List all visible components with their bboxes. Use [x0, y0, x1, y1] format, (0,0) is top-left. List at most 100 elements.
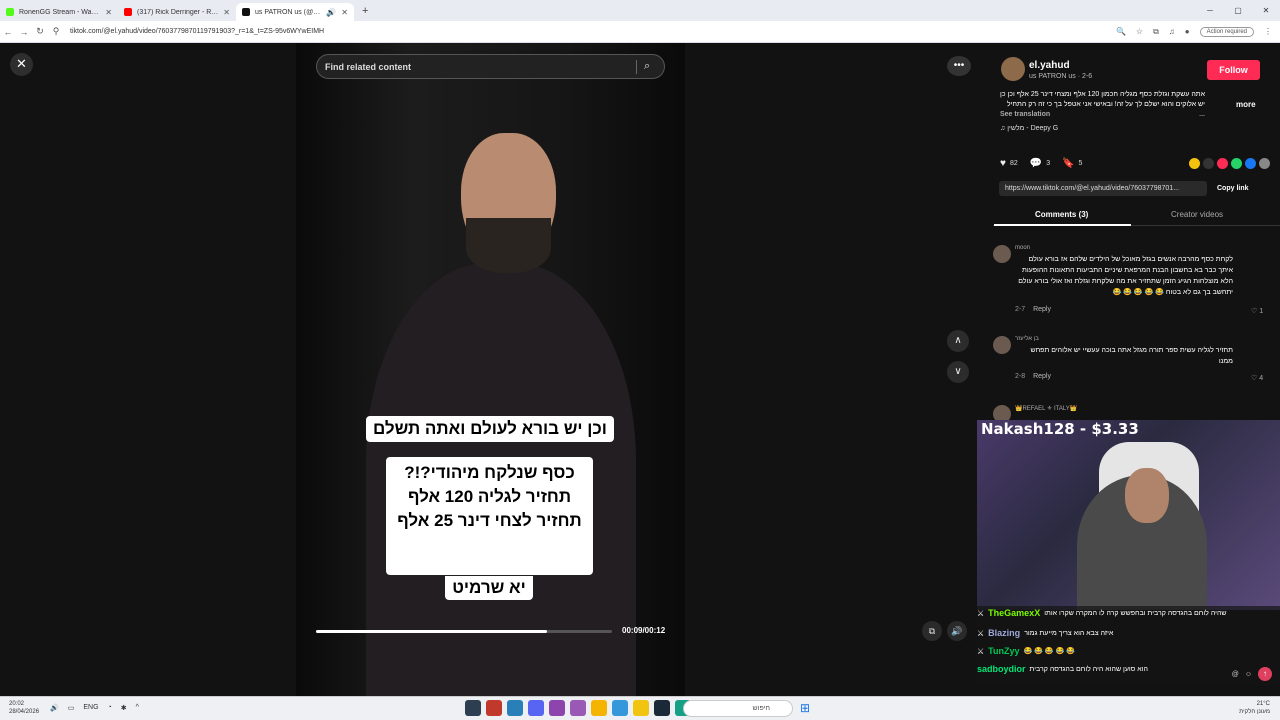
comment-like-count: 1: [1259, 308, 1264, 315]
app-icon[interactable]: [612, 700, 628, 716]
commenter-avatar[interactable]: [993, 336, 1011, 354]
commenter-avatar[interactable]: [993, 245, 1011, 263]
reload-icon[interactable]: ↻: [32, 26, 48, 37]
extensions-icon[interactable]: ⧉: [1153, 27, 1159, 37]
url-field[interactable]: tiktok.com/@el.yahud/video/7603779870119…: [70, 28, 1116, 35]
comment-item: בן אליעזר תחזיר לגליה עשית ספר תורה מגזל…: [993, 336, 1280, 386]
terminal-app-icon[interactable]: [465, 700, 481, 716]
menu-dots-icon[interactable]: ⋮: [1264, 27, 1272, 36]
speaker-icon[interactable]: 🔊: [326, 8, 336, 17]
tab-close-icon[interactable]: ✕: [105, 8, 112, 17]
whatsapp-icon[interactable]: [1231, 157, 1242, 169]
commenter-name[interactable]: בן אליעזר: [1015, 336, 1039, 342]
reply-button[interactable]: Reply: [1033, 306, 1051, 313]
author-avatar[interactable]: [1001, 57, 1025, 81]
video-caption-block: כסף שנלקח מיהודי?!? תחזיר לגליה 120 אלף …: [386, 457, 593, 575]
back-icon[interactable]: ←: [0, 27, 16, 37]
streamer-webcam-overlay: Nakash128 - $3.33: [977, 420, 1280, 610]
pip-button[interactable]: ⧉: [922, 621, 942, 641]
music-track[interactable]: ♫ מלשין - Deepy G: [1000, 125, 1058, 132]
clock[interactable]: 20:02 28/04/2026: [9, 700, 39, 716]
comment-item: moon לקחת כסף מהרבה אנשים בגזל מאוכל של …: [993, 245, 1280, 315]
tab-creator-videos[interactable]: Creator videos: [1171, 210, 1223, 219]
next-video-button[interactable]: ∨: [947, 361, 969, 383]
media-control-icon[interactable]: ♫: [1169, 27, 1175, 36]
browser-tab-youtube[interactable]: (317) Rick Derringer - Real Ame ✕: [118, 3, 236, 21]
related-search-bar[interactable]: Find related content ⌕: [316, 54, 665, 79]
embed-icon[interactable]: [1203, 157, 1214, 169]
youtube-favicon-icon: [124, 8, 132, 16]
app-icon[interactable]: [570, 700, 586, 716]
caption-line: כסף שנלקח מיהודי?!?: [404, 463, 575, 482]
video-time: 00:09/00:12: [622, 626, 666, 635]
reply-button[interactable]: Reply: [1033, 373, 1051, 380]
send-icon[interactable]: [1217, 157, 1228, 169]
forward-icon[interactable]: →: [16, 27, 32, 37]
more-options-button[interactable]: •••: [947, 56, 971, 76]
app-icon[interactable]: [486, 700, 502, 716]
site-info-icon[interactable]: ⚲: [48, 26, 64, 37]
action-required-button[interactable]: Action required: [1199, 26, 1254, 37]
new-tab-button[interactable]: +: [362, 5, 368, 17]
emoji-icon[interactable]: ☺: [1245, 671, 1252, 678]
video-progress-bar[interactable]: [316, 630, 612, 633]
chrome-app-icon[interactable]: [591, 700, 607, 716]
browser-tab-kick[interactable]: RonenGG Stream - Watch Live ✕: [0, 3, 118, 21]
comment-action[interactable]: 💬 3: [1030, 158, 1050, 169]
zoom-icon[interactable]: 🔍: [1116, 27, 1126, 36]
subject-beard: [466, 218, 551, 273]
browser-tab-tiktok[interactable]: us PATRON us (@el.yahud) 🔊 ✕: [236, 3, 354, 21]
chat-text: איזה צבא הוא צריך מייעת גמור: [1024, 629, 1114, 637]
author-name[interactable]: el.yahud: [1029, 60, 1070, 71]
comment-date: 2-7: [1015, 306, 1026, 313]
search-input[interactable]: Find related content: [325, 62, 636, 72]
facebook-icon[interactable]: [1245, 157, 1256, 169]
steam-app-icon[interactable]: [654, 700, 670, 716]
volume-tray-icon[interactable]: 🔊: [50, 704, 59, 712]
bookmark-star-icon[interactable]: ☆: [1136, 27, 1143, 36]
language-indicator[interactable]: ENG: [83, 704, 98, 712]
follow-button[interactable]: Follow: [1207, 60, 1260, 80]
mention-icon[interactable]: @: [1232, 671, 1239, 678]
previous-video-button[interactable]: ∧: [947, 330, 969, 352]
post-comment-button[interactable]: ↑: [1258, 667, 1272, 681]
search-icon[interactable]: ⌕: [644, 60, 664, 73]
comment-icon: 💬: [1029, 157, 1043, 169]
comment-count: 3: [1046, 159, 1051, 167]
share-arrow-icon[interactable]: [1259, 157, 1270, 169]
more-button[interactable]: more: [1236, 100, 1256, 109]
commenter-name[interactable]: 👑REFAEL ⚜ ITALY👑: [1015, 405, 1077, 412]
profile-avatar-icon[interactable]: ●: [1185, 27, 1190, 36]
like-action[interactable]: ♥ 82: [1000, 158, 1018, 169]
tab-comments[interactable]: Comments (3): [993, 210, 1132, 226]
volume-icon[interactable]: 🔊: [947, 621, 967, 641]
close-video-button[interactable]: ✕: [10, 53, 33, 76]
chat-message: ⚔ Blazing איזה צבא הוא צריך מייעת גמור: [977, 628, 1280, 638]
weather-widget[interactable]: 21°C מעונן חלקית: [1220, 700, 1270, 716]
tab-close-icon[interactable]: ✕: [223, 8, 230, 17]
windows-start-icon[interactable]: ⊞: [800, 701, 810, 715]
network-icon[interactable]: ▭: [68, 704, 75, 712]
video-link-field[interactable]: https://www.tiktok.com/@el.yahud/video/7…: [999, 181, 1207, 196]
app-icon[interactable]: [507, 700, 523, 716]
taskbar-search[interactable]: חיפוש: [683, 700, 793, 717]
video-subject: [366, 133, 636, 696]
app-icon[interactable]: [549, 700, 565, 716]
minimize-icon[interactable]: ─: [1196, 0, 1224, 21]
comment-like[interactable]: ♡ 4: [1251, 374, 1263, 382]
commenter-name[interactable]: moon: [1015, 245, 1030, 251]
comment-like[interactable]: ♡ 1: [1251, 307, 1263, 315]
copy-link-button[interactable]: Copy link: [1217, 181, 1249, 196]
tab-close-icon[interactable]: ✕: [341, 8, 348, 17]
save-action[interactable]: 🔖 5: [1062, 158, 1082, 169]
file-explorer-icon[interactable]: [633, 700, 649, 716]
discord-app-icon[interactable]: [528, 700, 544, 716]
close-window-icon[interactable]: ✕: [1252, 0, 1280, 21]
chevron-up-icon[interactable]: ^: [136, 704, 139, 712]
see-translation-link[interactable]: See translation: [1000, 111, 1050, 118]
clock-date: 28/04/2026: [9, 709, 40, 715]
maximize-icon[interactable]: ▢: [1224, 0, 1252, 21]
repost-icon[interactable]: [1189, 157, 1200, 169]
bluetooth-icon[interactable]: ✱: [121, 704, 127, 712]
wifi-icon[interactable]: ◔: [108, 704, 112, 712]
